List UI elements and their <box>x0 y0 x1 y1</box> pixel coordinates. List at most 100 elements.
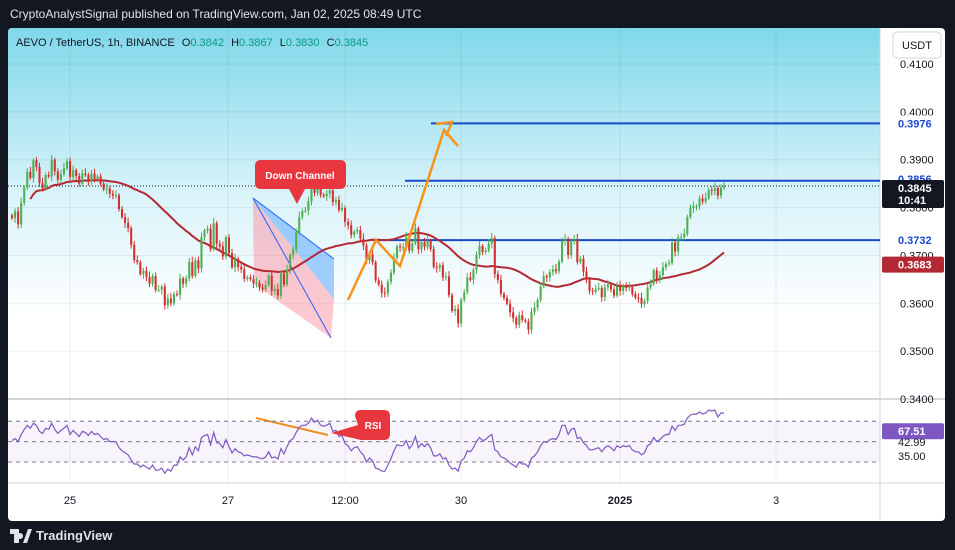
candle-body <box>460 299 463 324</box>
candle-body <box>331 190 334 203</box>
candle-body <box>683 233 686 238</box>
candle-body <box>185 278 188 284</box>
candle-body <box>206 228 209 231</box>
candle-body <box>191 262 194 277</box>
legend-c-label: C <box>327 37 335 49</box>
candle-body <box>169 298 172 304</box>
candle-body <box>102 183 105 190</box>
candle-body <box>224 237 227 257</box>
candle-body <box>172 294 175 304</box>
candle-body <box>444 276 447 278</box>
candle-body <box>334 199 337 203</box>
legend-line: AEVO / TetherUS, 1h, BINANCE O0.3842 H0.… <box>16 37 368 49</box>
tradingview-logo-icon <box>10 528 32 543</box>
chart-frame: 67.51 42.99 35.00 Down Channel RSI AEVO / … <box>8 28 945 521</box>
candle-body <box>200 237 203 269</box>
candle-body <box>664 264 667 268</box>
candle-body <box>38 166 41 184</box>
rsi-level-label: 42.99 <box>898 437 926 449</box>
candle-body <box>667 263 671 265</box>
chart-canvas[interactable]: 67.5142.9935.00 Down Channel RSI AEVO / … <box>8 28 945 521</box>
candle-body <box>469 277 472 280</box>
candle-body <box>570 241 573 255</box>
candle-body <box>32 160 35 178</box>
candle-body <box>197 260 200 269</box>
candle-body <box>457 309 460 324</box>
candle-body <box>114 195 117 197</box>
candle-body <box>472 269 475 280</box>
footer: TradingView <box>0 521 955 549</box>
candle-body <box>20 202 23 225</box>
candle-body <box>258 282 261 288</box>
currency-button[interactable]: USDT <box>892 31 942 59</box>
candle-body <box>108 188 111 194</box>
candle-body <box>478 245 481 255</box>
candle-body <box>441 265 444 278</box>
candle-body <box>17 211 20 225</box>
candle-body <box>362 238 365 246</box>
candle-body <box>646 287 649 301</box>
legend[interactable]: AEVO / TetherUS, 1h, BINANCE O0.3842 H0.… <box>16 37 368 49</box>
candle-body <box>243 269 246 279</box>
candle-body <box>328 190 331 194</box>
candle-body <box>637 297 640 299</box>
candle-body <box>285 269 289 285</box>
candle-body <box>591 290 594 292</box>
candle-body <box>325 193 328 197</box>
down-channel-label: Down Channel <box>265 171 335 182</box>
candle-body <box>512 312 515 319</box>
price-tick-label: 0.3400 <box>900 394 934 406</box>
candle-body <box>304 210 307 212</box>
candle-body <box>505 298 509 304</box>
candle-body <box>179 278 182 295</box>
candle-body <box>139 262 142 275</box>
candle-body <box>524 320 527 322</box>
candle-body <box>142 270 145 275</box>
candle-body <box>188 262 191 279</box>
candle-body <box>722 186 726 188</box>
candle-body <box>194 260 197 277</box>
price-tick-label: 0.3500 <box>900 346 934 358</box>
candle-body <box>625 286 628 288</box>
legend-c-value: 0.3845 <box>335 37 369 49</box>
candle-body <box>603 287 606 298</box>
candle-body <box>707 189 710 198</box>
candle-body <box>429 241 432 250</box>
candle-body <box>99 176 102 184</box>
candle-body <box>62 168 65 175</box>
candle-body <box>215 223 218 244</box>
candle-body <box>145 270 148 277</box>
candle-body <box>716 187 719 196</box>
legend-symbol: AEVO / TetherUS, 1h, BINANCE <box>16 37 175 49</box>
candle-body <box>240 266 243 270</box>
time-tick-label: 2025 <box>608 495 632 507</box>
candle-body <box>640 298 643 304</box>
candle-body <box>426 241 429 247</box>
candle-body <box>420 242 423 250</box>
candle-body <box>322 195 325 197</box>
candle-body <box>353 231 356 235</box>
candle-body <box>414 228 417 244</box>
candle-body <box>713 187 716 191</box>
candle-body <box>655 270 658 279</box>
candle-body <box>649 284 652 288</box>
candle-body <box>411 243 414 251</box>
footer-brand: TradingView <box>36 527 113 543</box>
candle-body <box>344 208 347 222</box>
candle-body <box>417 228 420 250</box>
candle-body <box>454 309 457 311</box>
candle-body <box>548 272 551 278</box>
time-axis[interactable]: 25 27 12:00 30 2025 3 <box>64 495 779 507</box>
candle-body <box>279 273 282 296</box>
candle-body <box>475 254 478 270</box>
candle-body <box>56 171 59 180</box>
candle-body <box>490 238 493 244</box>
rsi-callout-label: RSI <box>365 421 382 432</box>
time-tick-label: 3 <box>773 495 779 507</box>
legend-h-label: H <box>231 37 239 49</box>
candle-body <box>600 287 603 298</box>
candle-body <box>289 254 292 270</box>
candle-body <box>264 285 267 290</box>
candle-body <box>124 217 127 223</box>
candle-body <box>340 208 344 210</box>
